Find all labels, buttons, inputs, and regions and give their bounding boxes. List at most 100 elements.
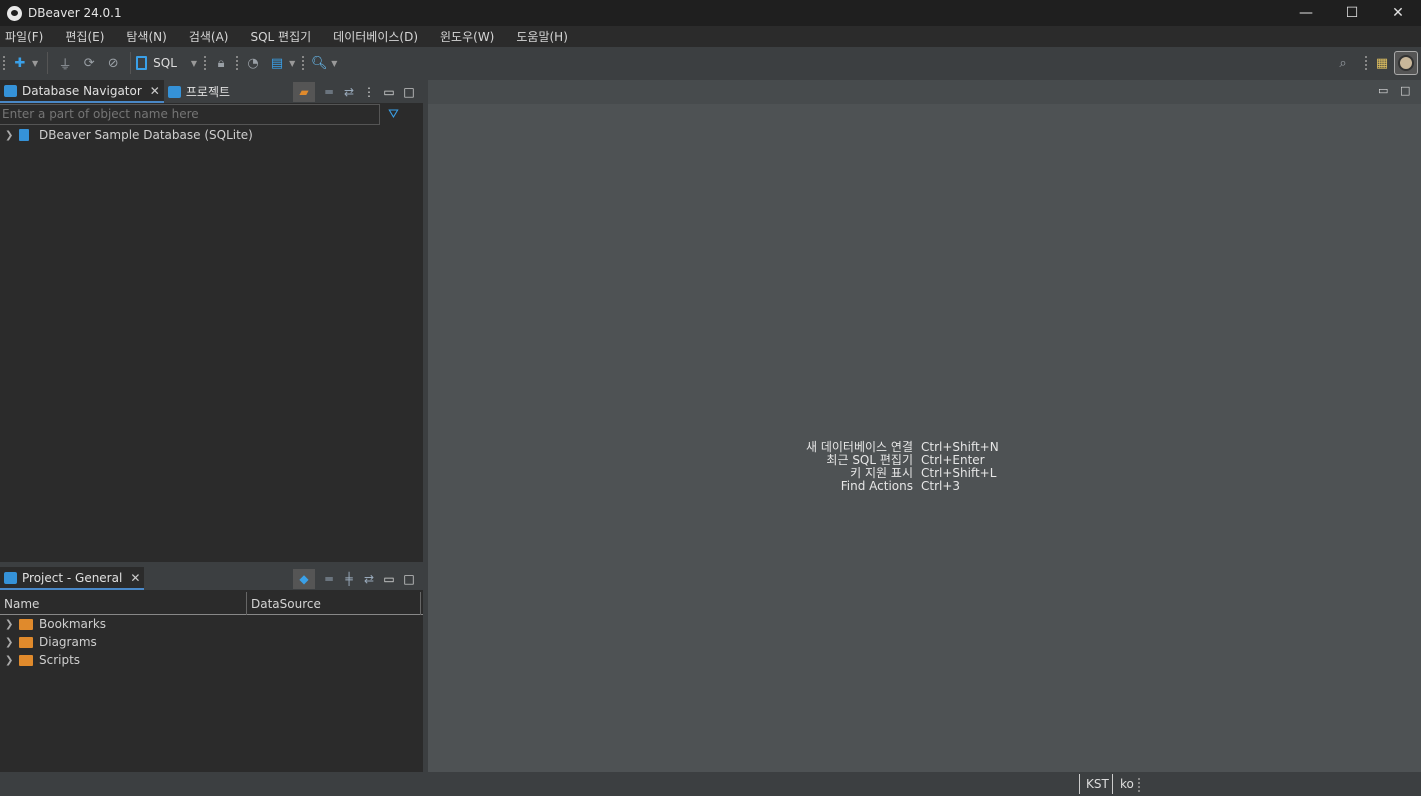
menu-edit[interactable]: 편집(E) [65, 28, 104, 45]
perspective-dbeaver-button[interactable] [1394, 51, 1418, 75]
disconnect-icon[interactable]: ⊘ [104, 54, 122, 72]
tab-label: Project - General [22, 570, 123, 585]
open-perspective-icon[interactable]: ▦ [1373, 54, 1391, 72]
projects-icon [167, 85, 181, 98]
menu-help[interactable]: 도움말(H) [516, 28, 568, 45]
hint-action: Find Actions [840, 479, 913, 493]
minimize-view-icon[interactable]: ▭ [379, 85, 399, 99]
maximize-view-icon[interactable]: □ [399, 572, 419, 586]
close-button[interactable]: ✕ [1375, 0, 1421, 26]
new-connection-dropdown-icon[interactable]: ▼ [32, 59, 38, 68]
search-dropdown-icon[interactable]: ▼ [331, 59, 337, 68]
tree-item-bookmarks[interactable]: ❯ Bookmarks [0, 615, 423, 633]
status-separator [1112, 774, 1113, 794]
project-icon [4, 571, 17, 584]
window-title: DBeaver 24.0.1 [28, 6, 122, 20]
editor-header: ▭ □ [428, 80, 1421, 104]
toolbar-separator [47, 52, 49, 74]
toolbar-grip[interactable] [3, 56, 5, 70]
expand-arrow-icon[interactable]: ❯ [5, 130, 15, 141]
navigator-filter-row: ⛛ [0, 103, 423, 125]
lock-icon[interactable]: 🔒︎ [212, 54, 230, 72]
menu-file[interactable]: 파일(F) [5, 28, 43, 45]
menu-sql-editor[interactable]: SQL 편집기 [250, 28, 311, 45]
collapse-all-icon[interactable]: ═ [319, 85, 339, 99]
menu-bar: 파일(F) 편집(E) 탐색(N) 검색(A) SQL 편집기 데이터베이스(D… [0, 26, 1421, 47]
tree-item-scripts[interactable]: ❯ Scripts [0, 651, 423, 669]
tree-item-sample-database[interactable]: ❯ DBeaver Sample Database (SQLite) [0, 126, 423, 144]
expand-arrow-icon[interactable]: ❯ [5, 637, 15, 648]
configure-resources-icon[interactable]: ◆ [293, 568, 315, 589]
tree-item-label: DBeaver Sample Database (SQLite) [39, 128, 253, 142]
view-menu-icon[interactable]: ⋮ [359, 85, 379, 99]
toolbar-grip[interactable] [204, 56, 207, 70]
hint-shortcut: Ctrl+3 [921, 479, 961, 493]
maximize-view-icon[interactable]: □ [399, 85, 419, 99]
expand-arrow-icon[interactable]: ❯ [5, 619, 15, 630]
tab-database-navigator[interactable]: Database Navigator ✕ [0, 80, 164, 103]
search-tool-icon[interactable]: 🔍︎ [310, 54, 328, 72]
navigator-view-tools: ▰ ═ ⇄ ⋮ ▭ □ [293, 80, 419, 103]
tab-projects[interactable]: 프로젝트 [164, 80, 234, 103]
project-tabbar: Project - General ✕ ◆ ═ ╪ ⇄ ▭ □ [0, 567, 423, 590]
sql-document-icon [136, 56, 148, 70]
status-grip[interactable] [1138, 778, 1140, 792]
link-with-editor-icon[interactable]: ⇄ [359, 572, 379, 586]
close-icon[interactable]: ✕ [130, 571, 140, 585]
navigator-tree: ❯ DBeaver Sample Database (SQLite) [0, 126, 423, 144]
project-column-header: Name DataSource [0, 592, 423, 615]
connect-icon[interactable]: ⏚ [56, 54, 74, 73]
transaction-log-icon[interactable]: ▤ [268, 54, 286, 72]
sql-dropdown-icon[interactable]: ▼ [191, 59, 197, 68]
menu-window[interactable]: 윈도우(W) [440, 28, 494, 45]
project-general-panel: Project - General ✕ ◆ ═ ╪ ⇄ ▭ □ Name Dat… [0, 567, 423, 772]
scripts-folder-icon [19, 654, 33, 666]
collapse-all-icon[interactable]: ═ [319, 572, 339, 586]
maximize-editor-icon[interactable]: □ [1400, 84, 1410, 97]
column-header-name[interactable]: Name [0, 592, 247, 615]
dashboard-icon[interactable]: ◔ [244, 54, 262, 72]
tree-item-diagrams[interactable]: ❯ Diagrams [0, 633, 423, 651]
minimize-editor-icon[interactable]: ▭ [1378, 84, 1388, 97]
expand-arrow-icon[interactable]: ❯ [5, 655, 15, 666]
menu-navigate[interactable]: 탐색(N) [126, 28, 166, 45]
minimize-view-icon[interactable]: ▭ [379, 572, 399, 586]
tree-item-label: Bookmarks [39, 617, 107, 631]
minimize-button[interactable]: — [1283, 0, 1329, 26]
project-tree: ❯ Bookmarks ❯ Diagrams ❯ Scripts [0, 615, 423, 669]
tab-project-general[interactable]: Project - General ✕ [0, 567, 145, 590]
editor-shortcut-hints: 새 데이터베이스 연결 Ctrl+Shift+N 최근 SQL 편집기 Ctrl… [428, 441, 1421, 493]
status-timezone[interactable]: KST [1086, 772, 1109, 796]
database-navigator-icon [4, 84, 17, 97]
reconnect-icon[interactable]: ⟳ [80, 54, 98, 72]
diagrams-folder-icon [19, 636, 33, 648]
window-controls: — ☐ ✕ [1283, 0, 1421, 26]
bookmarks-folder-icon [19, 618, 33, 630]
sql-editor-button[interactable]: SQL [136, 56, 177, 70]
global-search-icon[interactable]: ⌕ [1334, 54, 1352, 72]
link-folder-icon[interactable]: ▰ [293, 81, 315, 102]
toolbar-grip[interactable] [236, 56, 239, 70]
status-locale[interactable]: ko [1120, 772, 1134, 796]
tab-label: 프로젝트 [185, 85, 231, 99]
link-with-editor-icon[interactable]: ⇄ [339, 85, 359, 99]
title-bar: DBeaver 24.0.1 — ☐ ✕ [0, 0, 1421, 26]
close-icon[interactable]: ✕ [150, 84, 160, 98]
menu-database[interactable]: 데이터베이스(D) [333, 28, 418, 45]
menu-search[interactable]: 검색(A) [189, 28, 229, 45]
tree-item-label: Scripts [39, 653, 81, 667]
toolbar-grip[interactable] [302, 56, 305, 70]
column-header-datasource[interactable]: DataSource [247, 592, 421, 615]
filter-icon[interactable]: ⛛ [388, 107, 399, 122]
expand-all-icon[interactable]: ╪ [339, 572, 359, 586]
object-filter-input[interactable] [0, 103, 380, 125]
transaction-dropdown-icon[interactable]: ▼ [289, 59, 295, 68]
project-view-tools: ◆ ═ ╪ ⇄ ▭ □ [293, 567, 419, 590]
hint-action: 최근 SQL 편집기 [826, 453, 913, 467]
toolbar-grip[interactable] [1365, 56, 1367, 70]
maximize-button[interactable]: ☐ [1329, 0, 1375, 26]
toolbar-right: ⌕ ▦ [1331, 47, 1421, 79]
new-connection-icon[interactable]: ✚ [11, 54, 29, 72]
status-separator [1079, 774, 1080, 794]
sqlite-database-icon [19, 129, 29, 141]
